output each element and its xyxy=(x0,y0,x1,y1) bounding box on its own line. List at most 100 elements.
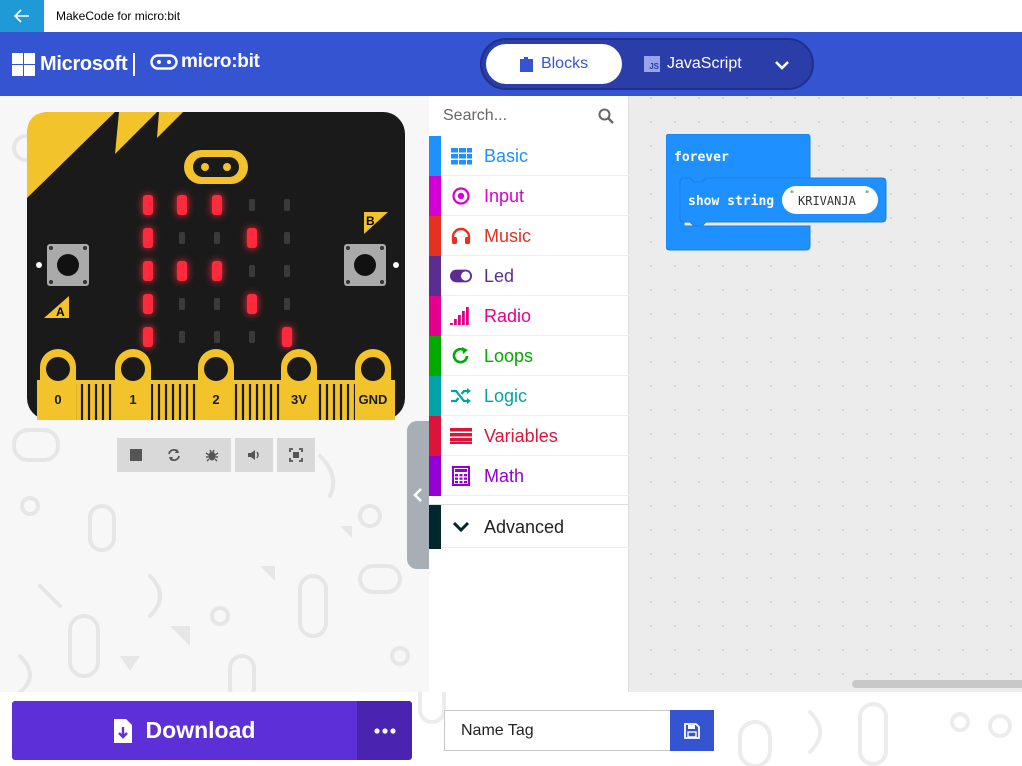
chevron-down-icon[interactable] xyxy=(774,54,790,74)
toolbox-search xyxy=(429,96,629,136)
pin-0[interactable]: 0 xyxy=(40,349,76,420)
restart-button[interactable] xyxy=(155,438,193,472)
category-color-bar xyxy=(429,416,441,456)
toolbox-category-radio[interactable]: Radio xyxy=(429,296,629,336)
shuffle-icon xyxy=(450,386,472,406)
category-color-bar xyxy=(429,256,441,296)
pin-label: 3V xyxy=(291,392,307,407)
chevron-left-icon xyxy=(413,488,422,502)
toolbox-category-math[interactable]: Math xyxy=(429,456,629,496)
forever-label: forever xyxy=(674,150,729,165)
pin-3v[interactable]: 3V xyxy=(281,349,317,420)
forever-block[interactable]: forever show string " KRIVANJA " xyxy=(666,134,896,254)
horizontal-scrollbar[interactable] xyxy=(852,680,1022,688)
window-titlebar: MakeCode for micro:bit xyxy=(0,0,1022,32)
sim-control-group xyxy=(117,438,231,472)
led-1-2 xyxy=(214,232,220,244)
pin-gnd[interactable]: GND xyxy=(355,349,391,420)
microbit-logo[interactable]: micro:bit xyxy=(150,51,260,73)
button-a-label: A xyxy=(56,305,65,319)
category-label: Radio xyxy=(484,306,532,326)
pin-1[interactable]: 1 xyxy=(115,349,151,420)
category-label: Music xyxy=(484,226,532,246)
tab-blocks-label: Blocks xyxy=(540,55,589,72)
project-name-input[interactable] xyxy=(444,710,670,751)
arrow-left-icon xyxy=(14,9,29,23)
tab-javascript[interactable]: JS JavaScript xyxy=(644,44,742,84)
show-string-block[interactable]: show string " KRIVANJA " xyxy=(679,177,887,227)
svg-text:": " xyxy=(865,190,869,200)
toolbox-category-basic[interactable]: Basic xyxy=(429,136,629,176)
led-3-3 xyxy=(247,294,257,314)
led-0-0 xyxy=(143,195,153,215)
category-label: Advanced xyxy=(484,517,565,537)
grid-icon xyxy=(450,146,472,166)
pin-label: 1 xyxy=(129,392,136,407)
microsoft-logo[interactable]: Microsoft xyxy=(12,53,128,76)
led-3-4 xyxy=(284,298,290,310)
pin-label: 2 xyxy=(212,392,219,407)
category-color-bar xyxy=(429,505,441,549)
fullscreen-icon xyxy=(289,448,303,462)
product-name: micro:bit xyxy=(181,51,260,72)
led-3-0 xyxy=(143,294,153,314)
collapse-simulator-handle[interactable] xyxy=(407,421,429,569)
category-label: Led xyxy=(484,266,515,286)
led-0-2 xyxy=(212,195,222,215)
debug-button[interactable] xyxy=(193,438,231,472)
category-color-bar xyxy=(429,376,441,416)
fullscreen-button[interactable] xyxy=(277,438,315,472)
svg-text:": " xyxy=(790,190,794,200)
microbit-board[interactable]: A B 0 1 2 3V GND xyxy=(27,112,405,420)
toolbox: Basic Input Music Led Radio Loops Logic … xyxy=(429,96,629,692)
led-4-1 xyxy=(179,331,185,343)
back-button[interactable] xyxy=(0,0,44,32)
blocks-workspace[interactable]: forever show string " KRIVANJA " xyxy=(629,96,1022,692)
led-2-4 xyxy=(284,265,290,277)
toolbox-category-variables[interactable]: Variables xyxy=(429,416,629,456)
toolbox-category-logic[interactable]: Logic xyxy=(429,376,629,416)
brand-name: Microsoft xyxy=(40,53,128,75)
puzzle-icon xyxy=(519,56,533,72)
led-4-0 xyxy=(143,327,153,347)
toolbox-category-advanced[interactable]: Advanced xyxy=(429,504,629,549)
category-color-bar xyxy=(429,456,441,496)
sim-view-group xyxy=(277,438,315,472)
led-2-2 xyxy=(212,261,222,281)
category-color-bar xyxy=(429,336,441,376)
category-color-bar xyxy=(429,176,441,216)
pin-2[interactable]: 2 xyxy=(198,349,234,420)
simulator-panel: A B 0 1 2 3V GND xyxy=(0,96,429,692)
category-label: Logic xyxy=(484,386,528,406)
save-button[interactable] xyxy=(670,710,714,751)
toolbox-category-loops[interactable]: Loops xyxy=(429,336,629,376)
more-options-button[interactable] xyxy=(357,701,412,760)
signal-icon xyxy=(450,306,472,326)
led-3-1 xyxy=(179,298,185,310)
category-label: Input xyxy=(484,186,525,206)
led-2-0 xyxy=(143,261,153,281)
app-header: Microsoft micro:bit Blocks JS JavaScript xyxy=(0,32,1022,96)
string-value: KRIVANJA xyxy=(798,194,857,208)
toolbox-category-led[interactable]: Led xyxy=(429,256,629,296)
calculator-icon xyxy=(450,466,472,486)
toggle-icon xyxy=(450,266,472,286)
volume-icon xyxy=(248,450,259,460)
bottom-bar: Download xyxy=(0,692,1022,766)
search-icon[interactable] xyxy=(598,108,614,124)
ellipsis-icon xyxy=(373,727,396,734)
stop-button[interactable] xyxy=(117,438,155,472)
tab-blocks[interactable]: Blocks xyxy=(486,44,622,84)
toolbox-category-input[interactable]: Input xyxy=(429,176,629,216)
download-button[interactable]: Download xyxy=(12,701,357,760)
toolbox-category-music[interactable]: Music xyxy=(429,216,629,256)
led-3-2 xyxy=(214,298,220,310)
category-color-bar xyxy=(429,216,441,256)
category-label: Basic xyxy=(484,146,529,166)
mute-button[interactable] xyxy=(235,438,273,472)
led-1-1 xyxy=(179,232,185,244)
target-icon xyxy=(450,186,472,206)
pin-label: GND xyxy=(359,392,388,407)
search-input[interactable] xyxy=(443,106,593,126)
save-icon xyxy=(684,722,700,739)
